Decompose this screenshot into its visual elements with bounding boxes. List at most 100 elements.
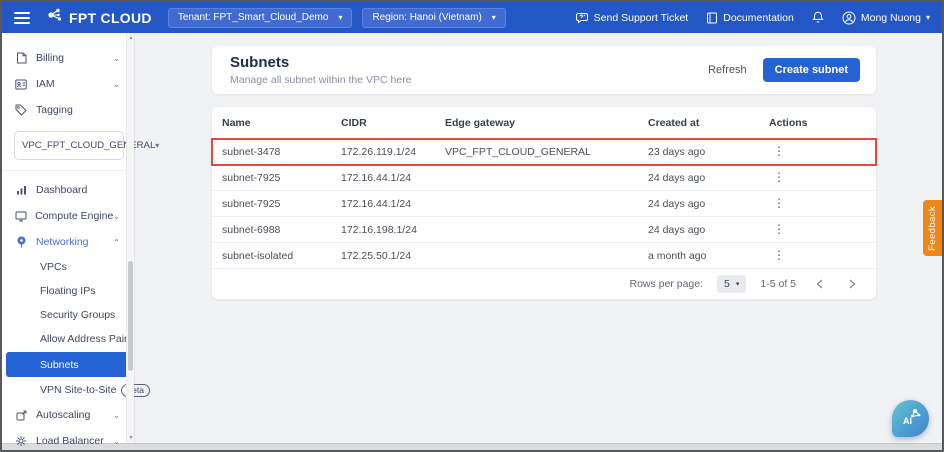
chevron-down-icon: ⌄ [113,54,120,63]
fpt-cloud-logo[interactable]: FPT CLOUD [46,7,152,28]
page-subtitle: Manage all subnet within the VPC here [230,74,412,86]
sidebar-item-compute-engine[interactable]: Compute Engine ⌄ [2,203,134,229]
region-label: Region: Hanoi (Vietnam) [372,12,481,23]
sidebar-item-tagging[interactable]: Tagging [2,97,134,123]
column-header-name: Name [212,117,331,129]
sidebar-child-label: VPN Site-to-Site [40,384,116,396]
sidebar-item-load-balancer[interactable]: Load Balancer ⌄ [2,428,134,452]
load-balancer-gear-icon [14,435,28,447]
page-header-card: Subnets Manage all subnet within the VPC… [212,46,876,94]
sidebar-item-label: Billing [36,52,64,64]
rows-per-page-select[interactable]: 5 ▾ [717,275,746,293]
cell-created-at: 24 days ago [638,172,759,184]
sidebar-item-vpcs[interactable]: VPCs [2,255,134,279]
cell-edge-gateway: VPC_FPT_CLOUD_GENERAL [435,146,638,158]
table-row[interactable]: subnet-7925 172.16.44.1/24 24 days ago ⋮ [212,191,876,217]
row-actions-kebab-icon[interactable]: ⋮ [769,197,789,209]
cell-created-at: a month ago [638,250,759,262]
previous-page-chevron-icon[interactable] [810,279,829,289]
next-page-chevron-icon[interactable] [843,279,862,289]
column-header-cidr: CIDR [331,117,435,129]
notifications-bell-button[interactable] [812,11,824,24]
networking-globe-icon [14,236,28,248]
documentation-button[interactable]: Documentation [706,12,794,24]
caret-down-icon: ▾ [736,280,740,288]
tenant-selector[interactable]: Tenant: FPT_Smart_Cloud_Demo ▾ [168,8,353,28]
caret-down-icon: ▾ [492,14,496,22]
sidebar-item-allow-address-pairs[interactable]: Allow Address Pairs [2,327,134,351]
send-support-ticket-button[interactable]: Send Support Ticket [576,12,689,24]
cell-name: subnet-6988 [212,224,331,236]
sidebar-item-label: Tagging [36,104,73,116]
chevron-down-icon: ⌄ [113,212,120,221]
sidebar-item-subnets[interactable]: Subnets [6,352,128,377]
feedback-label: Feedback [927,206,938,251]
sidebar-item-dashboard[interactable]: Dashboard [2,177,134,203]
caret-down-icon: ▾ [338,14,342,22]
main-content: Subnets Manage all subnet within the VPC… [135,33,942,443]
documentation-icon [706,12,718,24]
app-window: FPT CLOUD Tenant: FPT_Smart_Cloud_Demo ▾… [0,0,944,452]
sidebar-item-label: Networking [36,236,89,248]
sidebar-item-networking[interactable]: Networking ⌃ [2,229,134,255]
caret-down-icon: ▾ [926,13,930,22]
refresh-button[interactable]: Refresh [708,64,747,76]
documentation-label: Documentation [723,12,794,24]
row-actions-kebab-icon[interactable]: ⋮ [769,223,789,235]
scrollbar-thumb[interactable] [128,261,133,371]
table-row[interactable]: subnet-3478 172.26.119.1/24 VPC_FPT_CLOU… [212,139,876,165]
top-navigation-bar: FPT CLOUD Tenant: FPT_Smart_Cloud_Demo ▾… [2,2,942,33]
cell-name: subnet-7925 [212,198,331,210]
table-header-row: Name CIDR Edge gateway Created at Action… [212,107,876,139]
dashboard-chart-icon [14,185,28,195]
cell-created-at: 24 days ago [638,198,759,210]
chevron-down-icon: ⌄ [113,411,120,420]
support-chat-icon [576,12,589,24]
row-actions-kebab-icon[interactable]: ⋮ [769,249,789,261]
user-menu[interactable]: Mong Nuong ▾ [842,11,930,25]
chevron-down-icon: ⌄ [113,437,120,446]
sidebar-item-security-groups[interactable]: Security Groups [2,303,134,327]
row-actions-kebab-icon[interactable]: ⋮ [769,171,789,183]
sidebar-child-label: Security Groups [40,309,115,321]
rows-per-page-value: 5 [724,278,730,290]
monitor-icon [14,211,27,222]
create-subnet-button[interactable]: Create subnet [763,58,860,82]
subnets-table-card: Name CIDR Edge gateway Created at Action… [212,107,876,299]
table-row[interactable]: subnet-6988 172.16.198.1/24 24 days ago … [212,217,876,243]
sidebar-item-floating-ips[interactable]: Floating IPs [2,279,134,303]
row-actions-kebab-icon[interactable]: ⋮ [769,145,789,157]
ai-chatbot-button[interactable]: AI [892,400,929,437]
cell-cidr: 172.25.50.1/24 [331,250,435,262]
cell-name: subnet-3478 [212,146,331,158]
cell-name: subnet-isolated [212,250,331,262]
ai-molecule-icon: AI [900,406,922,431]
chevron-up-icon: ⌃ [113,238,120,247]
hamburger-menu-icon[interactable] [14,12,30,24]
sidebar-item-iam[interactable]: IAM ⌄ [2,71,134,97]
horizontal-scrollbar[interactable] [2,443,942,450]
scrollbar-down-arrow-icon[interactable]: ▼ [127,435,135,441]
table-row[interactable]: subnet-isolated 172.25.50.1/24 a month a… [212,243,876,269]
cell-cidr: 172.26.119.1/24 [331,146,435,158]
tenant-label: Tenant: FPT_Smart_Cloud_Demo [178,12,329,23]
sidebar-item-vpn-site-to-site[interactable]: VPN Site-to-Site beta [2,378,134,402]
table-row[interactable]: subnet-7925 172.16.44.1/24 24 days ago ⋮ [212,165,876,191]
column-header-edge-gateway: Edge gateway [435,117,638,129]
table-pagination: Rows per page: 5 ▾ 1-5 of 5 [212,269,876,299]
cell-created-at: 23 days ago [638,146,759,158]
billing-document-icon [14,52,28,64]
sidebar-item-billing[interactable]: Billing ⌄ [2,45,134,71]
vpc-selector-dropdown[interactable]: VPC_FPT_CLOUD_GENERAL ▾ [14,131,124,160]
sidebar-scrollbar[interactable]: ▲ ▼ [126,33,134,443]
sidebar-child-label: Floating IPs [40,285,95,297]
scrollbar-up-arrow-icon[interactable]: ▲ [127,35,135,41]
region-selector[interactable]: Region: Hanoi (Vietnam) ▾ [362,8,505,28]
sidebar-item-label: IAM [36,78,55,90]
page-title: Subnets [230,54,412,71]
sidebar-item-autoscaling[interactable]: Autoscaling ⌄ [2,402,134,428]
pagination-range-label: 1-5 of 5 [760,278,796,290]
user-avatar-icon [842,11,856,25]
feedback-tab[interactable]: Feedback [923,200,942,256]
autoscaling-icon [14,410,28,421]
